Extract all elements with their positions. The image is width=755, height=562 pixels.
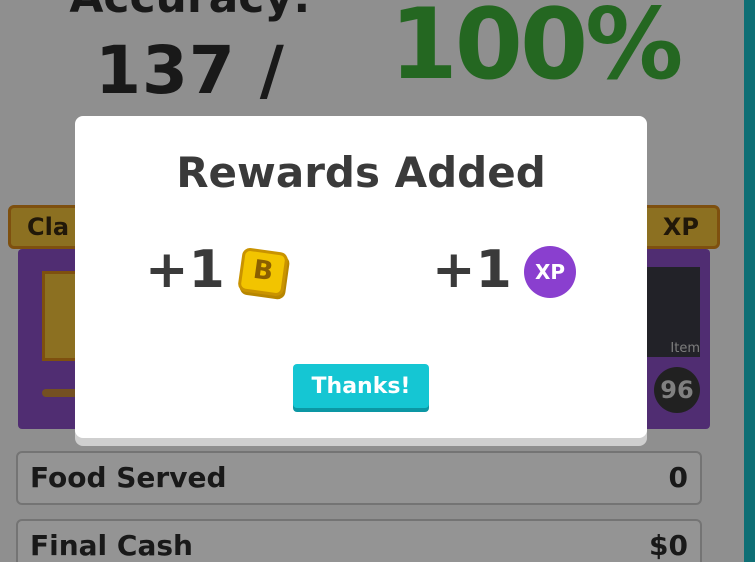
xp-icon: XP [524,246,576,298]
token-reward-amount: +1 [145,240,225,300]
xp-reward-amount: +1 [432,240,512,300]
right-edge-bar [744,0,755,562]
thanks-button[interactable]: Thanks! [293,364,429,408]
modal-title: Rewards Added [176,148,546,197]
rewards-modal: Rewards Added +1 B +1 XP Thanks! [75,116,647,446]
modal-panel: Rewards Added +1 B +1 XP Thanks! [75,116,647,438]
blook-token-icon: B [237,247,289,297]
